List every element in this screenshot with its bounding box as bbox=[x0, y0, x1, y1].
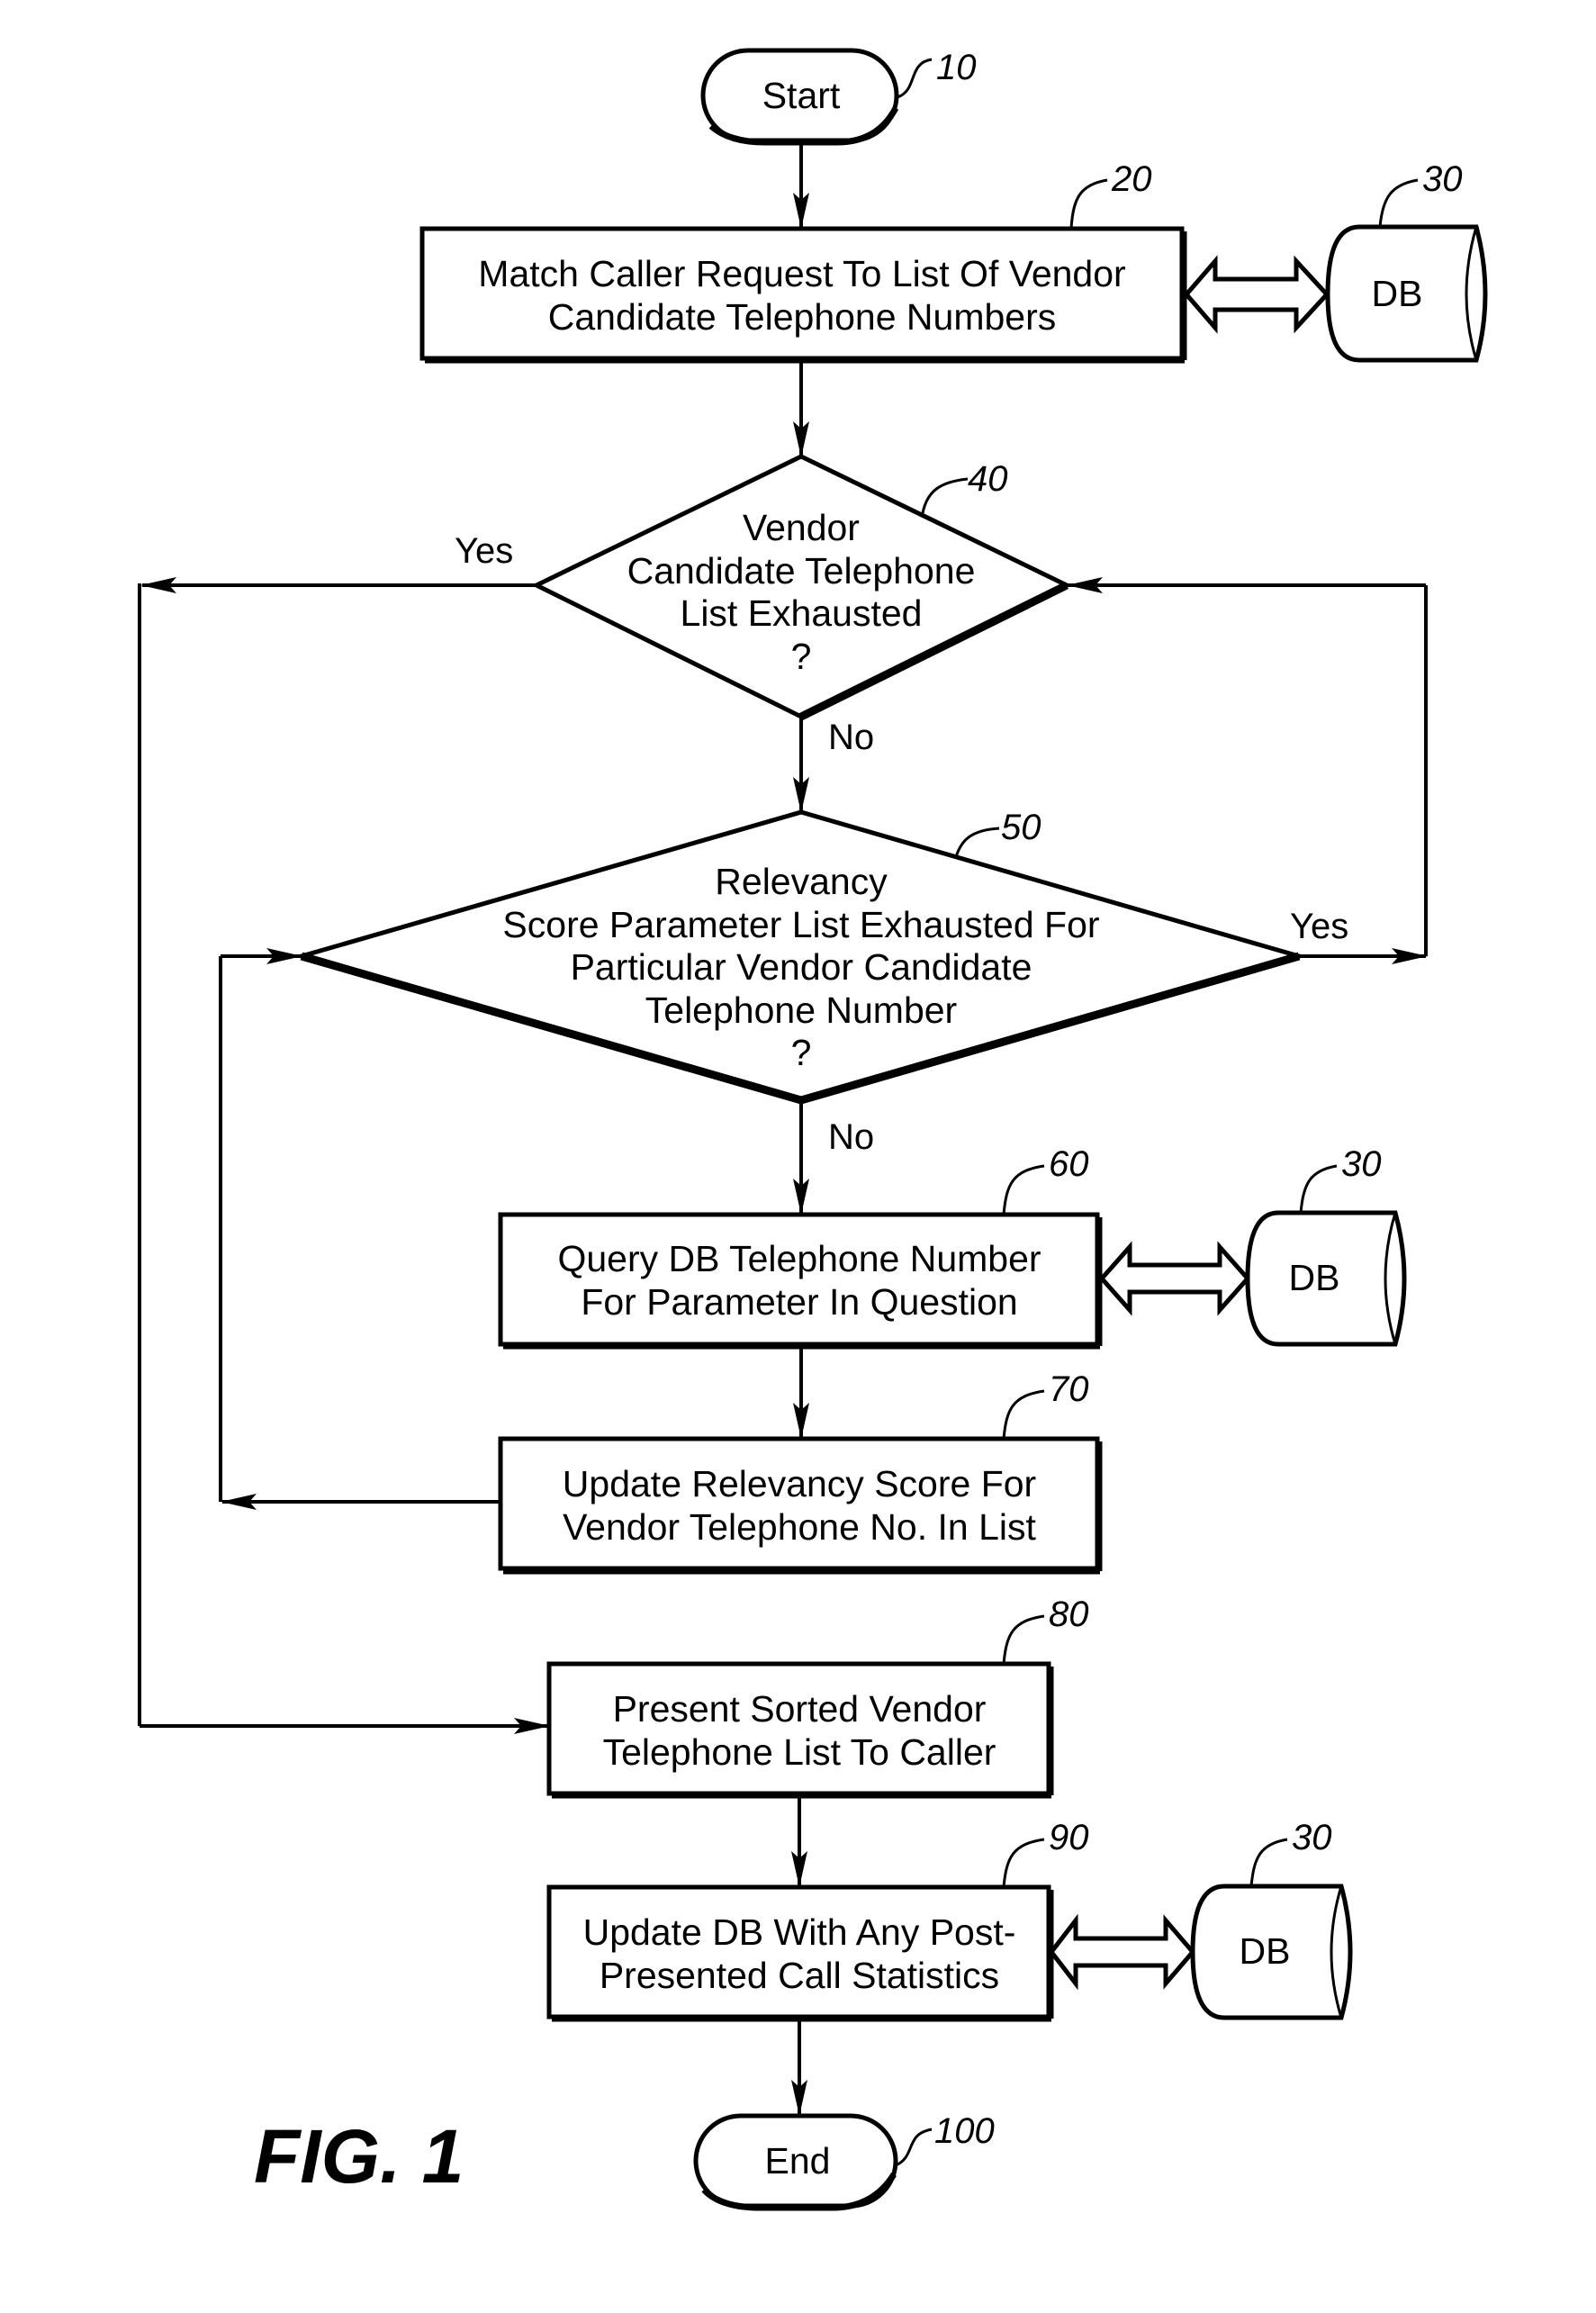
d40-line-4: ? bbox=[791, 636, 812, 677]
ref-leader-60 bbox=[1002, 1164, 1045, 1215]
ref-leader-100 bbox=[895, 2128, 933, 2167]
flowchart: Start 10 Match Caller Request To List Of… bbox=[138, 48, 1488, 2211]
db-top-label: DB bbox=[1372, 273, 1423, 314]
ref-20: 20 bbox=[1111, 159, 1152, 199]
ref-leader-50 bbox=[954, 827, 1000, 858]
ref-leader-30-middle bbox=[1299, 1164, 1338, 1214]
ref-leader-40 bbox=[921, 477, 969, 514]
query-line-1: Query DB Telephone Number bbox=[557, 1238, 1041, 1279]
ref-100: 100 bbox=[934, 2111, 995, 2151]
d50-line-2: Score Parameter List Exhausted For bbox=[502, 904, 1099, 945]
match-line-2: Candidate Telephone Numbers bbox=[548, 296, 1057, 338]
ref-30-middle: 30 bbox=[1341, 1144, 1382, 1184]
d40-line-2: Candidate Telephone bbox=[627, 550, 976, 592]
database-cylinder-bottom: DB bbox=[1190, 1884, 1353, 2020]
ref-leader-20 bbox=[1069, 178, 1108, 230]
ref-30-top: 30 bbox=[1422, 159, 1463, 199]
ref-70: 70 bbox=[1049, 1369, 1089, 1409]
present-line-1: Present Sorted Vendor bbox=[613, 1688, 987, 1730]
database-cylinder-top: DB bbox=[1325, 224, 1488, 363]
d40-line-3: List Exhausted bbox=[681, 592, 923, 634]
d40-yes-label: Yes bbox=[455, 531, 513, 571]
match-line-1: Match Caller Request To List Of Vendor bbox=[478, 253, 1125, 294]
match-process-box: Match Caller Request To List Of Vendor C… bbox=[419, 226, 1187, 364]
end-label: End bbox=[765, 2140, 831, 2182]
d50-yes-label: Yes bbox=[1290, 907, 1348, 946]
end-terminal: End bbox=[693, 2113, 898, 2211]
query-line-2: For Parameter In Question bbox=[581, 1281, 1017, 1323]
query-db-box: Query DB Telephone Number For Parameter … bbox=[498, 1212, 1103, 1350]
update-score-line-1: Update Relevancy Score For bbox=[563, 1463, 1036, 1504]
d40-line-1: Vendor bbox=[743, 507, 860, 548]
d50-line-5: ? bbox=[791, 1032, 812, 1073]
update-db-line-1: Update DB With Any Post- bbox=[583, 1911, 1016, 1953]
start-terminal: Start bbox=[700, 48, 899, 146]
ref-leader-90 bbox=[1002, 1838, 1045, 1888]
ref-leader-70 bbox=[1002, 1389, 1045, 1440]
ref-leader-10 bbox=[897, 58, 933, 99]
ref-30-bottom: 30 bbox=[1292, 1818, 1332, 1857]
bidirectional-arrow-query-db bbox=[1098, 1241, 1251, 1316]
d50-line-4: Telephone Number bbox=[645, 989, 957, 1031]
ref-leader-30-top bbox=[1378, 178, 1419, 228]
ref-90: 90 bbox=[1049, 1818, 1089, 1857]
ref-10: 10 bbox=[936, 48, 977, 87]
start-label: Start bbox=[762, 75, 841, 116]
present-line-2: Telephone List To Caller bbox=[603, 1731, 996, 1773]
present-list-box: Present Sorted Vendor Telephone List To … bbox=[546, 1661, 1054, 1799]
d50-no-label: No bbox=[828, 1117, 874, 1157]
d40-no-label: No bbox=[828, 718, 874, 757]
ref-60: 60 bbox=[1049, 1144, 1089, 1184]
figure-label: FIG. 1 bbox=[254, 2114, 464, 2199]
d50-line-3: Particular Vendor Candidate bbox=[571, 946, 1032, 988]
ref-80: 80 bbox=[1049, 1595, 1089, 1634]
d50-line-1: Relevancy bbox=[715, 861, 888, 902]
db-bottom-label: DB bbox=[1240, 1930, 1291, 1972]
ref-leader-80 bbox=[1002, 1614, 1045, 1665]
bidirectional-arrow-update-db bbox=[1048, 1913, 1196, 1991]
update-db-line-2: Presented Call Statistics bbox=[600, 1955, 999, 1996]
update-score-box: Update Relevancy Score For Vendor Teleph… bbox=[498, 1436, 1103, 1575]
ref-leader-30-bottom bbox=[1249, 1838, 1288, 1887]
database-cylinder-middle: DB bbox=[1245, 1210, 1407, 1347]
decision-parameters-exhausted: Relevancy Score Parameter List Exhausted… bbox=[293, 809, 1307, 1105]
ref-40: 40 bbox=[968, 459, 1008, 499]
db-middle-label: DB bbox=[1289, 1257, 1340, 1298]
update-score-line-2: Vendor Telephone No. In List bbox=[563, 1506, 1036, 1548]
bidirectional-arrow-match-db bbox=[1183, 255, 1330, 334]
ref-50: 50 bbox=[1001, 808, 1041, 847]
update-db-box: Update DB With Any Post- Presented Call … bbox=[546, 1884, 1054, 2022]
